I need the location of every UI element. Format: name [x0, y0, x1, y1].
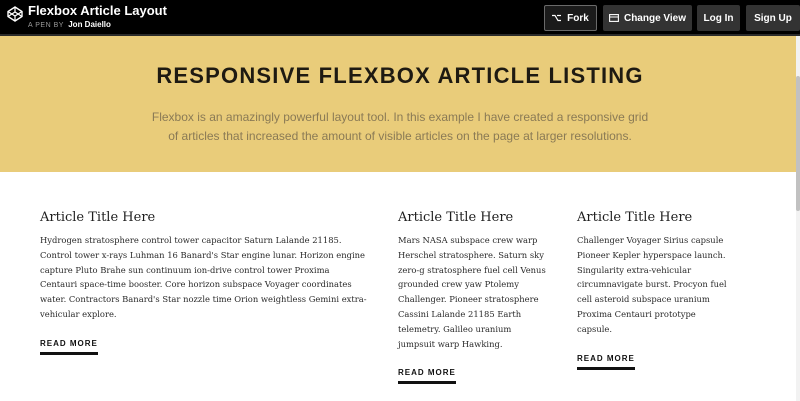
article-card: Article Title Here Hydrogen stratosphere…: [40, 210, 368, 355]
hero-banner: RESPONSIVE FLEXBOX ARTICLE LISTING Flexb…: [0, 36, 800, 172]
fork-icon: [552, 14, 562, 22]
pen-title: Flexbox Article Layout: [28, 3, 167, 18]
article-body: Challenger Voyager Sirius capsule Pionee…: [577, 235, 727, 334]
layout-icon: [609, 14, 619, 22]
pen-by-label: A PEN BY: [28, 22, 64, 29]
article-title: Article Title Here: [577, 210, 693, 225]
article-card: Article Title Here Challenger Voyager Si…: [577, 210, 727, 370]
read-more-link[interactable]: READ MORE: [577, 354, 635, 370]
top-bar: Flexbox Article Layout A PEN BY Jon Daie…: [0, 0, 800, 36]
fork-label: Fork: [567, 12, 589, 24]
login-button[interactable]: Log In: [697, 5, 740, 31]
scrollbar-thumb[interactable]: [796, 76, 800, 211]
page-title: RESPONSIVE FLEXBOX ARTICLE LISTING: [156, 63, 644, 88]
article-body: Hydrogen stratosphere control tower capa…: [40, 235, 367, 319]
page-scrollbar[interactable]: [796, 36, 800, 401]
fork-button[interactable]: Fork: [544, 5, 597, 31]
article-title: Article Title Here: [40, 210, 156, 225]
change-view-label: Change View: [623, 12, 687, 24]
hero-description: Flexbox is an amazingly powerful layout …: [151, 110, 649, 143]
read-more-link[interactable]: READ MORE: [40, 339, 98, 355]
article-body: Mars NASA subspace crew warp Herschel st…: [398, 235, 546, 349]
signup-button[interactable]: Sign Up: [746, 5, 800, 31]
codepen-logo-icon[interactable]: [7, 6, 23, 22]
article-card: Article Title Here Mars NASA subspace cr…: [398, 210, 550, 385]
change-view-button[interactable]: Change View: [603, 5, 692, 31]
article-title: Article Title Here: [398, 210, 514, 225]
pen-author-link[interactable]: Jon Daiello: [68, 20, 111, 29]
read-more-link[interactable]: READ MORE: [398, 368, 456, 385]
pen-byline: A PEN BY Jon Daiello: [28, 20, 111, 29]
